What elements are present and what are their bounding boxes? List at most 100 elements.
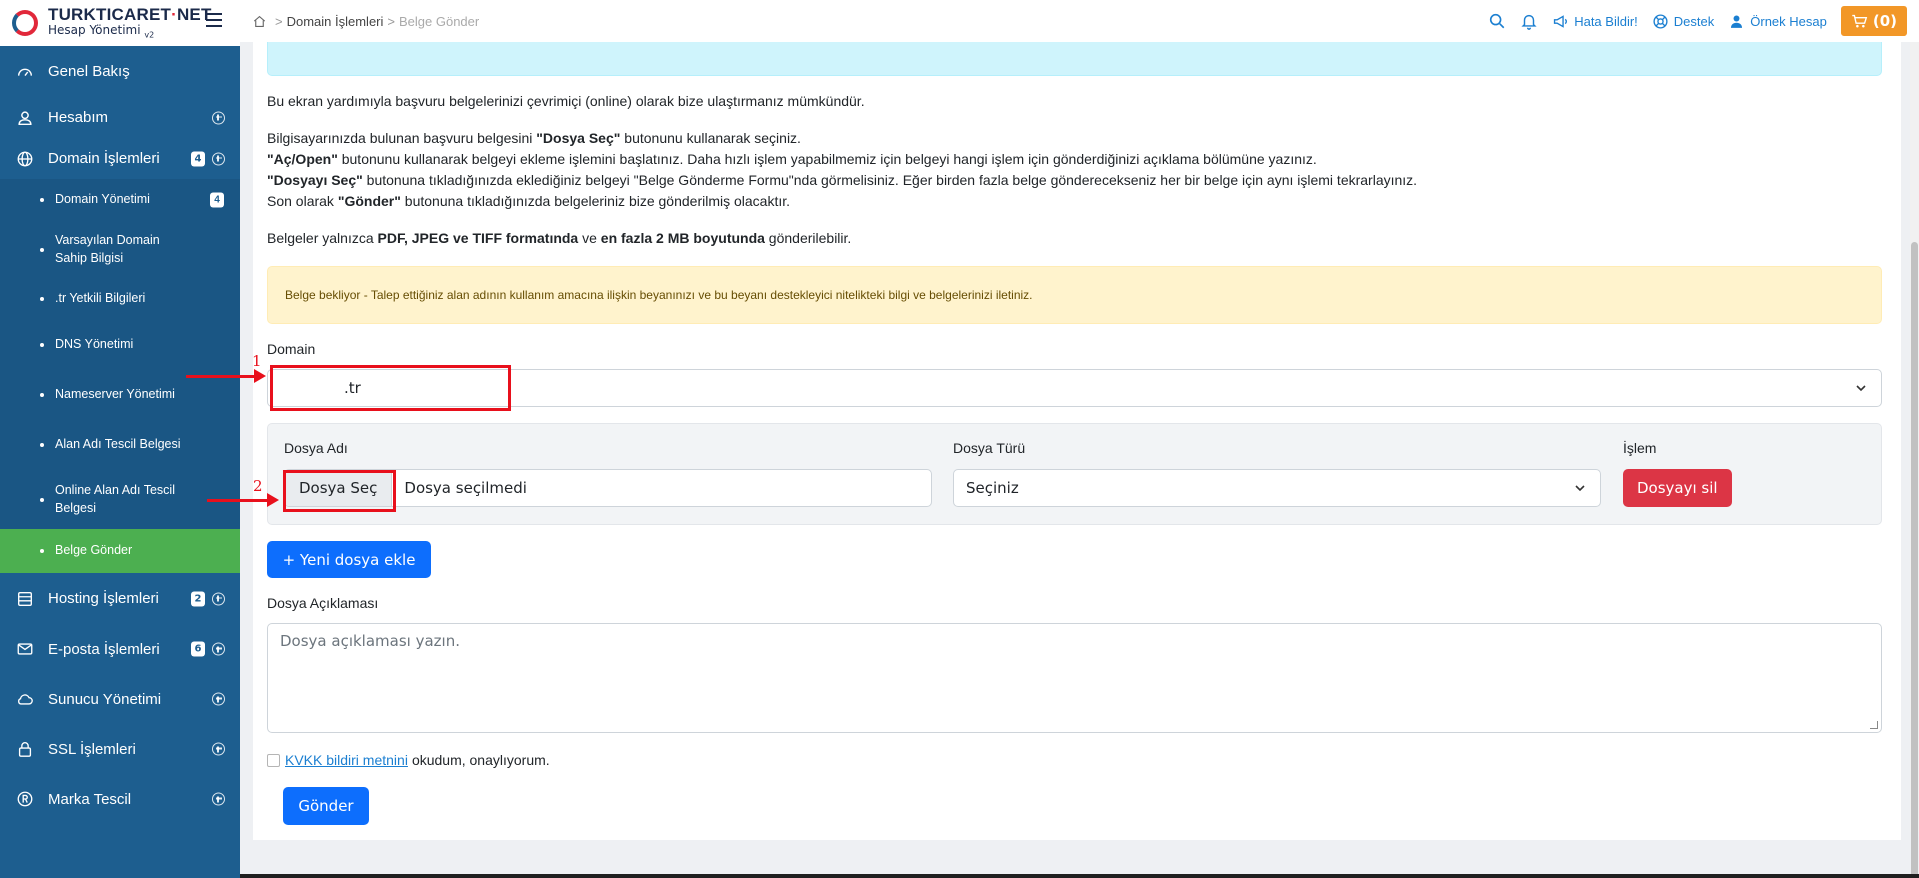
file-description-label: Dosya Açıklaması [267, 595, 379, 611]
topbar: > Domain İşlemleri > Belge Gönder Hata B… [240, 0, 1919, 42]
delete-file-button[interactable]: Dosyayı sil [1623, 469, 1732, 507]
sidebar-item-label: Sunucu Yönetimi [48, 690, 162, 708]
annotation-number: 1 [252, 352, 262, 370]
sidebar-subitem-tr-yetkili[interactable]: .tr Yetkili Bilgileri [0, 278, 240, 320]
step-bold: "Gönder" [337, 193, 401, 209]
user-icon [16, 109, 34, 127]
step-bold: "Dosya Seç" [536, 130, 621, 146]
count-badge: 2 [191, 591, 205, 606]
format-bold: PDF, JPEG ve TIFF formatında [377, 230, 579, 246]
format-bold: en fazla 2 MB boyutunda [600, 230, 765, 246]
expand-plus-icon[interactable] [212, 692, 225, 706]
file-description-textarea[interactable]: Dosya açıklaması yazın. [267, 623, 1882, 733]
file-row: Dosya Adı Dosya Türü İşlem Dosya Seç Dos… [267, 423, 1882, 525]
home-icon[interactable] [252, 14, 267, 29]
sidebar-item-domain-islemleri[interactable]: Domain İşlemleri 4 [0, 138, 240, 179]
bottom-strip [240, 874, 1919, 878]
support-link[interactable]: Destek [1652, 13, 1714, 30]
format-text: gönderilebilir. [764, 230, 852, 246]
format-note: Belgeler yalnızca PDF, JPEG ve TIFF form… [267, 228, 1882, 249]
belge-gonder-card: Bu ekran yardımıyla başvuru belgeleriniz… [253, 42, 1901, 840]
sidebar-item-hesabim[interactable]: Hesabım [0, 97, 240, 138]
scrollbar[interactable] [1910, 42, 1919, 878]
annotation-box-file [283, 470, 396, 512]
scrollbar-thumb[interactable] [1911, 242, 1918, 878]
brand[interactable]: TURKTICARET·NET Hesap Yönetimi v2 [0, 0, 240, 46]
file-type-label: Dosya Türü [953, 440, 1026, 456]
sidebar: TURKTICARET·NET Hesap Yönetimi v2 Genel … [0, 0, 240, 878]
sidebar-subitem-label: Varsayılan Domain Sahip Bilgisi [55, 233, 160, 265]
bullet-dot [40, 549, 44, 553]
sidebar-subitem-tescil-belgesi[interactable]: Alan Adı Tescil Belgesi [0, 420, 240, 470]
warning-alert: Belge bekliyor - Talep ettiğiniz alan ad… [267, 266, 1882, 324]
bullet-dot [40, 343, 44, 347]
bullet-dot [40, 198, 44, 202]
brand-text: TURKTICARET·NET Hesap Yönetimi v2 [48, 6, 212, 40]
bell-icon[interactable] [1520, 12, 1538, 30]
breadcrumb: > Domain İşlemleri > Belge Gönder [252, 14, 479, 29]
sidebar-subitem-label: Domain Yönetimi [55, 192, 150, 207]
add-file-button[interactable]: + Yeni dosya ekle [267, 541, 431, 578]
step-bold: "Aç/Open" [267, 151, 338, 167]
sidebar-subitem-domain-yonetimi[interactable]: Domain Yönetimi 4 [0, 179, 240, 221]
file-type-select[interactable]: Seçiniz [953, 469, 1601, 507]
instruction-step: Son olarak "Gönder" butonuna tıkladığını… [267, 191, 1882, 212]
sidebar-subitem-online-tescil[interactable]: Online Alan Adı Tescil Belgesi [0, 470, 240, 529]
kvkk-checkbox[interactable] [267, 753, 280, 767]
count-badge: 4 [210, 192, 224, 208]
expand-plus-icon[interactable] [212, 642, 225, 656]
cart-button[interactable]: (0) [1840, 6, 1907, 36]
sidebar-item-marka-tescil[interactable]: Marka Tescil [0, 774, 240, 824]
sidebar-subitem-label: Alan Adı Tescil Belgesi [55, 437, 181, 452]
annotation-arrow-icon [186, 369, 266, 383]
cart-icon [1852, 14, 1868, 27]
lifebuoy-icon [1653, 13, 1668, 29]
sidebar-subitem-dns[interactable]: DNS Yönetimi [0, 320, 240, 370]
sidebar-item-ssl[interactable]: SSL İşlemleri [0, 724, 240, 774]
lock-icon [16, 740, 34, 758]
breadcrumb-domain-islemleri[interactable]: Domain İşlemleri [287, 14, 384, 29]
sidebar-subitem-label: Nameserver Yönetimi [55, 387, 175, 402]
resize-handle-icon[interactable] [1870, 721, 1878, 729]
step-text: Son olarak [267, 193, 338, 209]
account-link[interactable]: Örnek Hesap [1728, 13, 1827, 30]
step-text: butonuna tıkladığınızda belgeleriniz biz… [400, 193, 791, 209]
kvkk-link[interactable]: KVKK bildiri metnini [285, 752, 408, 768]
sidebar-subitem-label: Online Alan Adı Tescil Belgesi [55, 483, 175, 515]
kvkk-text: okudum, onaylıyorum. [411, 752, 550, 768]
expand-plus-icon[interactable] [212, 792, 225, 806]
search-icon[interactable] [1488, 12, 1506, 30]
sidebar-item-label: Marka Tescil [48, 790, 132, 808]
bullet-dot [40, 497, 44, 502]
bullet-dot [40, 297, 44, 301]
brand-name-main: TURKTICARET [48, 5, 172, 25]
expand-plus-icon[interactable] [212, 742, 225, 756]
step-text: butonunu kullanarak belgeyi ekleme işlem… [337, 151, 1317, 167]
sidebar-item-sunucu[interactable]: Sunucu Yönetimi [0, 674, 240, 724]
sidebar-item-label: Hesabım [48, 109, 109, 126]
instruction-step: "Aç/Open" butonunu kullanarak belgeyi ek… [267, 149, 1882, 170]
sidebar-subitem-label: DNS Yönetimi [55, 337, 134, 352]
sidebar-item-label: SSL İşlemleri [48, 740, 136, 758]
brand-logo-icon [12, 10, 38, 36]
report-bug-link[interactable]: Hata Bildir! [1552, 13, 1638, 30]
hamburger-menu-icon[interactable] [206, 13, 222, 27]
sidebar-item-hosting[interactable]: Hosting İşlemleri 2 [0, 573, 240, 624]
sidebar-subitem-varsayilan-domain[interactable]: Varsayılan Domain Sahip Bilgisi [0, 221, 240, 278]
sidebar-item-genel-bakis[interactable]: Genel Bakış [0, 46, 240, 97]
expand-plus-icon[interactable] [212, 152, 225, 165]
sidebar-subitem-belge-gonder[interactable]: Belge Gönder [0, 529, 240, 573]
expand-plus-icon[interactable] [212, 592, 225, 605]
annotation-box-domain [270, 365, 511, 411]
submit-button[interactable]: Gönder [283, 787, 369, 825]
sidebar-item-label: Genel Bakış [48, 63, 130, 80]
sidebar-item-eposta[interactable]: E-posta İşlemleri 6 [0, 624, 240, 674]
sidebar-item-label: Domain İşlemleri [48, 150, 160, 167]
annotation-arrow-icon [207, 493, 279, 507]
breadcrumb-separator: > [275, 13, 283, 29]
instructions: Bilgisayarınızda bulunan başvuru belgesi… [267, 128, 1882, 212]
format-text: Belgeler yalnızca [267, 230, 378, 246]
expand-plus-icon[interactable] [212, 111, 225, 124]
instruction-step: Bilgisayarınızda bulunan başvuru belgesi… [267, 128, 1882, 149]
info-alert [267, 42, 1882, 76]
